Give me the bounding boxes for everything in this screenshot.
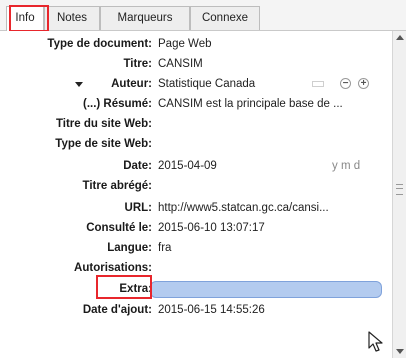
minus-icon[interactable]: − [340,78,351,89]
vertical-scrollbar[interactable] [392,31,406,358]
field-row-abstract: (...) Résumé: CANSIM est la principale b… [0,95,392,113]
field-row-website-title: Titre du site Web: [0,115,392,133]
field-row-url: URL: http://www5.statcan.gc.ca/cansi... [0,199,392,217]
short-title-label: Titre abrégé: [82,180,152,192]
date-value[interactable]: 2015-04-09 [158,157,217,175]
field-row-language: Langue: fra [0,239,392,257]
creator-value[interactable]: Statistique Canada [158,75,255,93]
date-added-value: 2015-06-15 14:55:26 [158,304,265,316]
title-label: Titre: [123,58,152,70]
rights-label: Autorisations: [74,262,152,274]
accessed-value[interactable]: 2015-06-10 13:07:17 [158,219,265,237]
field-row-extra: Extra: [0,280,392,298]
scroll-up-arrow-icon[interactable] [396,35,404,40]
tab-notes[interactable]: Notes [44,6,100,30]
item-type-value[interactable]: Page Web [158,35,212,53]
website-title-label: Titre du site Web: [55,118,152,130]
field-row-item-type: Type de document: Page Web [0,35,392,53]
info-panel: Type de document: Page Web Titre: CANSIM… [0,31,392,358]
item-type-label: Type de document: [47,38,152,50]
scroll-thumb-grip-icon[interactable] [396,184,403,195]
title-value[interactable]: CANSIM [158,55,203,73]
extra-label: Extra: [119,283,152,295]
website-type-label: Type de site Web: [55,138,152,150]
accessed-label: Consulté le: [86,222,152,234]
tab-tags[interactable]: Marqueurs [100,6,190,30]
tab-bar: Info Notes Marqueurs Connexe [0,0,406,31]
plus-icon[interactable]: + [358,78,369,89]
scroll-down-arrow-icon[interactable] [396,349,404,354]
language-label: Langue: [107,242,152,254]
field-row-rights: Autorisations: [0,259,392,277]
language-value[interactable]: fra [158,239,171,257]
field-row-date-added: Date d'ajout: 2015-06-15 14:55:26 [0,301,392,319]
date-format-indicator: y m d [332,160,361,172]
field-row-creator: Auteur: Statistique Canada − + [0,75,392,93]
field-row-short-title: Titre abrégé: [0,177,392,195]
field-row-date: Date: 2015-04-09 y m d [0,157,392,175]
tab-info[interactable]: Info [6,6,44,31]
extra-input[interactable] [150,281,382,298]
abstract-label[interactable]: (...) Résumé: [83,95,152,113]
date-label: Date: [123,160,152,172]
creator-label[interactable]: Auteur: [111,75,152,93]
tab-related[interactable]: Connexe [190,6,260,30]
mouse-cursor-icon [368,331,383,352]
field-row-accessed: Consulté le: 2015-06-10 13:07:17 [0,219,392,237]
collapse-triangle-icon[interactable] [75,82,83,87]
date-added-label: Date d'ajout: [82,304,152,316]
url-value[interactable]: http://www5.statcan.gc.ca/cansi... [158,199,329,217]
creator-type-icon[interactable] [312,81,324,87]
abstract-value[interactable]: CANSIM est la principale base de ... [158,95,343,113]
field-row-title: Titre: CANSIM [0,55,392,73]
field-row-website-type: Type de site Web: [0,135,392,153]
url-label[interactable]: URL: [125,199,152,217]
